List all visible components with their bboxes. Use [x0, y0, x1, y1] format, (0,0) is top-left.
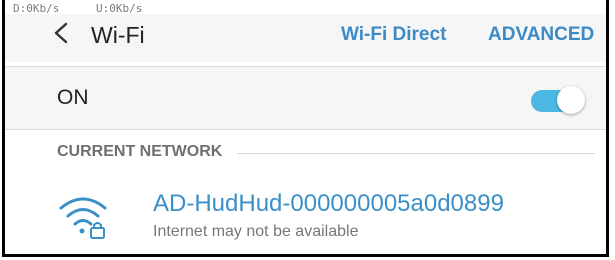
section-divider — [237, 153, 595, 154]
wifi-settings-screen: D:0Kb/s U:0Kb/s Wi-Fi Wi-Fi Direct ADVAN… — [2, 0, 609, 257]
wifi-master-switch-row[interactable] — [5, 67, 606, 129]
wifi-switch-label: ON — [57, 86, 89, 109]
network-ssid[interactable]: AD-HudHud-000000005a0d0899 — [153, 190, 504, 218]
page-title: Wi-Fi — [91, 22, 145, 48]
toggle-knob — [557, 86, 585, 114]
advanced-button[interactable]: ADVANCED — [488, 24, 594, 46]
current-network-header: CURRENT NETWORK — [57, 143, 223, 160]
wifi-toggle-switch[interactable] — [527, 86, 585, 114]
network-status-text: Internet may not be available — [153, 223, 359, 240]
wifi-direct-button[interactable]: Wi-Fi Direct — [341, 24, 446, 46]
divider — [5, 129, 606, 130]
wifi-locked-icon — [59, 197, 107, 239]
back-arrow-icon[interactable] — [51, 22, 73, 44]
